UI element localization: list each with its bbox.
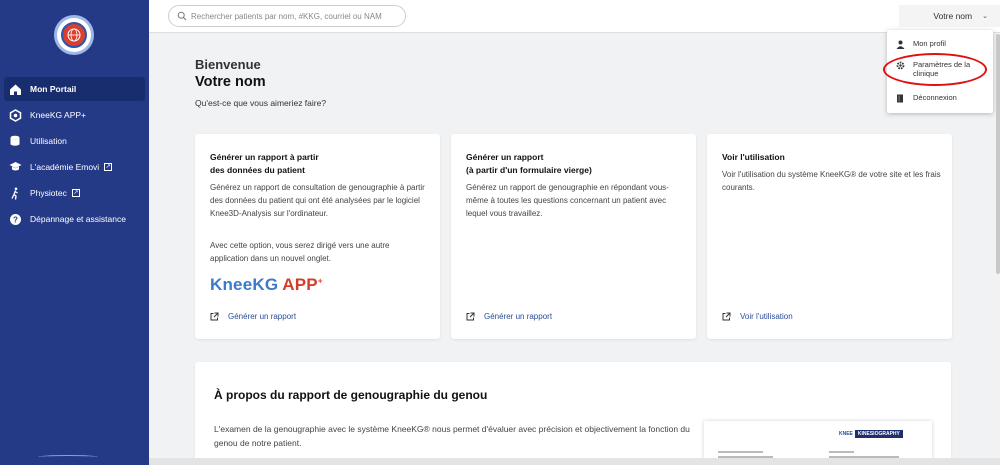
sidebar-item-label: KneeKG APP+ bbox=[30, 110, 86, 120]
search-icon bbox=[177, 11, 187, 21]
sidebar-item-utilisation[interactable]: Utilisation bbox=[4, 129, 145, 153]
sidebar-item-academie-emovi[interactable]: L'académie Emovi ↗ bbox=[4, 155, 145, 179]
sidebar-item-label: L'académie Emovi bbox=[30, 162, 100, 172]
menu-item-mon-profil[interactable]: Mon profil bbox=[887, 39, 993, 49]
kneekg-app-logo: KneeKG APP+ bbox=[210, 275, 323, 294]
card-title: Générer un rapport (à partir d'un formul… bbox=[466, 152, 592, 175]
user-menu-button[interactable]: Votre nom ⌄ bbox=[899, 5, 1000, 27]
preview-text-line bbox=[829, 451, 854, 453]
preview-text-line bbox=[718, 451, 763, 453]
graduation-cap-icon bbox=[8, 160, 22, 174]
card-description: Voir l'utilisation du système KneeKG® de… bbox=[722, 170, 941, 192]
hexagon-icon bbox=[8, 108, 22, 122]
globe-logo-icon bbox=[61, 22, 87, 48]
sidebar-item-kneekg-app[interactable]: KneeKG APP+ bbox=[4, 103, 145, 127]
external-link-icon: ↗ bbox=[104, 163, 113, 171]
section-title: À propos du rapport de genougraphie du g… bbox=[214, 388, 488, 402]
section-text: L'examen de la genougraphie avec le syst… bbox=[214, 424, 690, 448]
user-name: Votre nom bbox=[933, 11, 973, 21]
external-link-icon bbox=[210, 312, 219, 321]
sidebar-nav: Mon Portail KneeKG APP+ Utilisation L'ac… bbox=[0, 77, 149, 233]
card-description: Générez un rapport de consultation de ge… bbox=[210, 183, 425, 218]
logout-icon bbox=[897, 94, 903, 103]
external-link-icon: ↗ bbox=[71, 189, 80, 197]
home-icon bbox=[8, 82, 22, 96]
about-report-section: À propos du rapport de genougraphie du g… bbox=[195, 362, 951, 465]
sidebar-item-depannage[interactable]: ? Dépannage et assistance bbox=[4, 207, 145, 231]
app-logo[interactable] bbox=[54, 15, 94, 55]
generate-report-link[interactable]: Générer un rapport bbox=[466, 312, 552, 321]
card-generate-blank-form: Générer un rapport (à partir d'un formul… bbox=[451, 134, 696, 339]
sidebar-item-label: Utilisation bbox=[30, 136, 67, 146]
scrollbar[interactable] bbox=[996, 34, 1000, 274]
sidebar-item-mon-portail[interactable]: Mon Portail bbox=[4, 77, 145, 101]
gear-icon bbox=[896, 61, 905, 70]
sidebar-item-physiotec[interactable]: Physiotec ↗ bbox=[4, 181, 145, 205]
card-title: Voir l'utilisation bbox=[722, 152, 785, 162]
generate-report-link[interactable]: Générer un rapport bbox=[210, 312, 296, 321]
running-person-icon bbox=[8, 186, 22, 200]
user-icon bbox=[896, 40, 905, 49]
chevron-down-icon: ⌄ bbox=[982, 13, 988, 20]
database-icon bbox=[8, 134, 22, 148]
card-view-usage: Voir l'utilisation Voir l'utilisation du… bbox=[707, 134, 952, 339]
search-input[interactable]: Rechercher patients par nom, #KKG, courr… bbox=[168, 5, 406, 27]
welcome-heading: Bienvenue bbox=[195, 57, 261, 72]
card-generate-from-patient-data: Générer un rapport à partir des données … bbox=[195, 134, 440, 339]
card-description: Générez un rapport de genougraphie en ré… bbox=[466, 183, 669, 218]
svg-text:?: ? bbox=[13, 215, 18, 224]
search-placeholder: Rechercher patients par nom, #KKG, courr… bbox=[191, 11, 382, 21]
horizontal-scrollbar[interactable] bbox=[149, 458, 1000, 465]
page-title: Votre nom bbox=[195, 74, 266, 90]
top-bar: Rechercher patients par nom, #KKG, courr… bbox=[149, 0, 1000, 33]
view-usage-link[interactable]: Voir l'utilisation bbox=[722, 312, 793, 321]
sidebar-item-label: Mon Portail bbox=[30, 84, 77, 94]
kinesiography-logo: KNEE KINESIOGRAPHY bbox=[839, 430, 903, 438]
external-link-icon bbox=[466, 312, 475, 321]
sidebar-footer-decoration bbox=[38, 455, 98, 459]
menu-item-parametres-clinique[interactable]: Paramètres de la clinique bbox=[887, 60, 993, 78]
user-dropdown-menu: Mon profil Paramètres de la clinique Déc… bbox=[887, 30, 993, 113]
external-link-icon bbox=[722, 312, 731, 321]
card-title: Générer un rapport à partir des données … bbox=[210, 152, 319, 175]
page-subtitle: Qu'est-ce que vous aimeriez faire? bbox=[195, 98, 327, 108]
sidebar-item-label: Physiotec bbox=[30, 188, 67, 198]
sidebar-item-label: Dépannage et assistance bbox=[30, 214, 126, 224]
help-circle-icon: ? bbox=[8, 212, 22, 226]
menu-item-deconnexion[interactable]: Déconnexion bbox=[887, 93, 993, 103]
card-description-extra: Avec cette option, vous serez dirigé ver… bbox=[210, 241, 390, 263]
sidebar: Mon Portail KneeKG APP+ Utilisation L'ac… bbox=[0, 0, 149, 465]
